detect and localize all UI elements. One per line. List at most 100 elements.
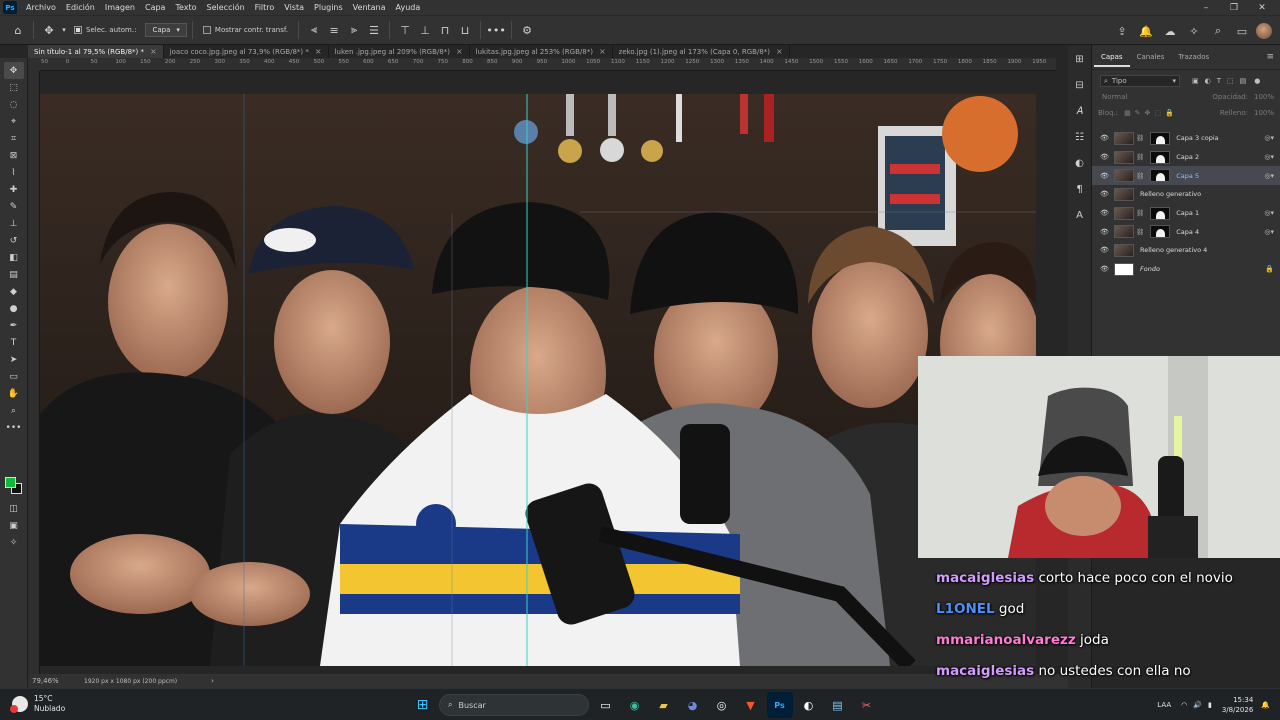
weather-widget[interactable]: 15°C Nublado bbox=[10, 694, 65, 714]
layer-filter-dropdown[interactable]: ⌕ Tipo ▾ bbox=[1100, 75, 1180, 87]
notification-icon[interactable]: 🔔 bbox=[1261, 701, 1270, 709]
tab-luken[interactable]: luken .jpg.jpeg al 209% (RGB/8*) × bbox=[329, 45, 470, 58]
avatar[interactable] bbox=[1256, 23, 1272, 39]
layer-row[interactable]: 👁 Relleno generativo 4 bbox=[1092, 241, 1280, 260]
search-icon[interactable]: ⌕ bbox=[1208, 21, 1228, 41]
layer-mask-thumbnail[interactable] bbox=[1150, 206, 1171, 220]
home-icon[interactable]: ⌂ bbox=[8, 20, 28, 40]
menu-plugins[interactable]: Plugins bbox=[309, 3, 348, 12]
cloud-icon[interactable]: ☁ bbox=[1160, 21, 1180, 41]
quick-mask-icon[interactable]: ◫ bbox=[4, 500, 24, 517]
lock-icon[interactable]: 🔒 bbox=[1258, 265, 1280, 273]
horizontal-ruler[interactable]: 50 0 50 100 150 200 250 300 350 400 450 500 550 600 65… bbox=[40, 58, 1056, 71]
layer-mask-thumbnail[interactable] bbox=[1150, 131, 1171, 145]
tab-lukitas[interactable]: lukitas.jpg.jpeg al 253% (RGB/8*) × bbox=[470, 45, 613, 58]
tab-trazados[interactable]: Trazados bbox=[1171, 53, 1216, 61]
tab-sin-titulo[interactable]: Sin título-1 al 79,5% (RGB/8*) * × bbox=[28, 45, 164, 58]
menu-texto[interactable]: Texto bbox=[170, 3, 201, 12]
canvas-area[interactable] bbox=[40, 71, 1056, 674]
discord-icon[interactable]: ◕ bbox=[680, 692, 706, 718]
maximize-icon[interactable]: ❐ bbox=[1220, 3, 1248, 13]
tab-joaco-coco[interactable]: joaco coco.jpg.jpeg al 73,9% (RGB/8*) * … bbox=[164, 45, 329, 58]
menu-seleccion[interactable]: Selección bbox=[202, 3, 250, 12]
generative-icon[interactable]: ◎▾ bbox=[1258, 209, 1280, 217]
bell-icon[interactable]: 🔔 bbox=[1136, 21, 1156, 41]
more-tools-icon[interactable]: ••• bbox=[4, 419, 24, 436]
blur-tool-icon[interactable]: ◆ bbox=[4, 283, 24, 300]
brush-tool-icon[interactable]: ✎ bbox=[4, 198, 24, 215]
move-tool-icon[interactable]: ✥ bbox=[39, 20, 59, 40]
clock[interactable]: 15:34 3/8/2026 bbox=[1222, 695, 1253, 715]
artboard-tool-icon[interactable]: ⬚ bbox=[4, 79, 24, 96]
layer-row-selected[interactable]: 👁 ⛓ Capa 5 ◎▾ bbox=[1092, 166, 1280, 186]
vertical-ruler[interactable] bbox=[28, 71, 40, 674]
document-canvas[interactable] bbox=[40, 94, 1036, 666]
more-options-icon[interactable]: ••• bbox=[486, 20, 506, 40]
layer-mask-thumbnail[interactable] bbox=[1150, 169, 1171, 183]
windows-start-icon[interactable]: ⊞ bbox=[410, 692, 436, 718]
layer-row[interactable]: 👁 ⛓ Capa 4 ◎▾ bbox=[1092, 222, 1280, 241]
history-brush-tool-icon[interactable]: ↺ bbox=[4, 232, 24, 249]
menu-capa[interactable]: Capa bbox=[140, 3, 170, 12]
share-icon[interactable]: ⇪ bbox=[1112, 21, 1132, 41]
menu-ventana[interactable]: Ventana bbox=[348, 3, 391, 12]
eye-icon[interactable]: 👁 bbox=[1100, 265, 1110, 273]
layer-row[interactable]: 👁 Fondo 🔒 bbox=[1092, 260, 1280, 279]
lightbulb-icon[interactable]: ✧ bbox=[1184, 21, 1204, 41]
brave-icon[interactable]: ▼ bbox=[738, 692, 764, 718]
align-right-icon[interactable]: ⫸ bbox=[344, 20, 364, 40]
layer-name[interactable]: Relleno generativo bbox=[1140, 190, 1280, 198]
history-icon[interactable]: ⊟ bbox=[1071, 75, 1089, 95]
layer-name[interactable]: Fondo bbox=[1140, 265, 1258, 273]
distribute-middle-icon[interactable]: ⊥ bbox=[415, 20, 435, 40]
layer-mask-thumbnail[interactable] bbox=[1150, 225, 1171, 239]
auto-select-checkbox[interactable] bbox=[74, 26, 82, 34]
auto-select-dropdown[interactable]: Capa ▾ bbox=[145, 23, 187, 37]
battery-icon[interactable]: ▮ bbox=[1208, 701, 1212, 709]
object-select-tool-icon[interactable]: ⌖ bbox=[4, 113, 24, 130]
generative-icon[interactable]: ◎▾ bbox=[1258, 172, 1280, 180]
zoom-tool-icon[interactable]: ⌕ bbox=[4, 402, 24, 419]
foreground-color-swatch[interactable] bbox=[5, 477, 16, 488]
auto-select-option[interactable]: Selec. autom.: bbox=[74, 26, 136, 34]
filter-toggle-icon[interactable]: ● bbox=[1254, 77, 1260, 85]
close-icon[interactable]: × bbox=[776, 47, 783, 56]
generative-icon[interactable]: ◎▾ bbox=[1258, 228, 1280, 236]
photoshop-taskbar-icon[interactable]: Ps bbox=[766, 692, 793, 718]
path-select-tool-icon[interactable]: ➤ bbox=[4, 351, 24, 368]
obs-icon[interactable]: ◎ bbox=[709, 692, 735, 718]
lock-icons[interactable]: ▦✎✥⬚🔒 bbox=[1124, 109, 1178, 117]
menu-archivo[interactable]: Archivo bbox=[21, 3, 61, 12]
filter-smart-icon[interactable]: ▤ bbox=[1240, 77, 1247, 85]
generative-icon[interactable]: ◎▾ bbox=[1258, 134, 1280, 142]
layer-name[interactable]: Capa 3 copia bbox=[1176, 134, 1258, 142]
layer-name[interactable]: Capa 4 bbox=[1176, 228, 1258, 236]
snipping-icon[interactable]: ✂ bbox=[854, 692, 880, 718]
show-transform-option[interactable]: Mostrar contr. transf. bbox=[202, 26, 288, 34]
comments-icon[interactable]: ⊞ bbox=[1071, 49, 1089, 69]
fill-value[interactable]: 100% bbox=[1254, 109, 1274, 117]
distribute-vertical-icon[interactable]: ⊔ bbox=[455, 20, 475, 40]
filter-adjustment-icon[interactable]: ◐ bbox=[1205, 77, 1211, 85]
close-icon[interactable]: × bbox=[315, 47, 322, 56]
opacity-value[interactable]: 100% bbox=[1254, 93, 1274, 101]
paragraph-icon[interactable]: ¶ bbox=[1071, 179, 1089, 199]
character-icon[interactable]: A bbox=[1071, 205, 1089, 225]
tab-canales[interactable]: Canales bbox=[1130, 53, 1172, 61]
layer-name[interactable]: Capa 2 bbox=[1176, 153, 1258, 161]
edit-toolbar-icon[interactable]: ✧ bbox=[4, 534, 24, 551]
filter-shape-icon[interactable]: ⬚ bbox=[1227, 77, 1234, 85]
eye-icon[interactable]: 👁 bbox=[1100, 172, 1110, 180]
show-transform-checkbox[interactable] bbox=[202, 26, 211, 34]
layer-mask-thumbnail[interactable] bbox=[1150, 150, 1171, 164]
edge-icon[interactable]: ◉ bbox=[622, 692, 648, 718]
healing-tool-icon[interactable]: ✚ bbox=[4, 181, 24, 198]
tab-capas[interactable]: Capas bbox=[1094, 53, 1130, 67]
eraser-tool-icon[interactable]: ◧ bbox=[4, 249, 24, 266]
volume-icon[interactable]: 🔊 bbox=[1193, 701, 1202, 709]
layer-name[interactable]: Relleno generativo 4 bbox=[1140, 246, 1280, 254]
move-tool-icon[interactable]: ✥ bbox=[3, 62, 24, 79]
menu-edicion[interactable]: Edición bbox=[61, 3, 100, 12]
dodge-tool-icon[interactable]: ● bbox=[4, 300, 24, 317]
search-input[interactable]: ⌕ Buscar bbox=[439, 694, 589, 716]
